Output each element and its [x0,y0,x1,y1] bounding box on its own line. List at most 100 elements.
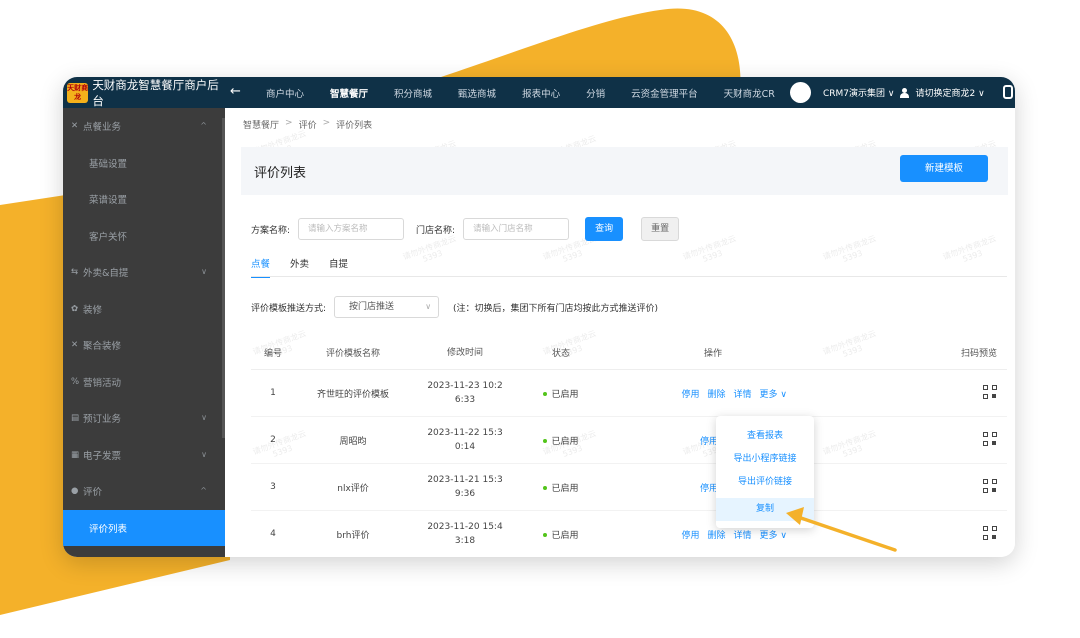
disable-link[interactable]: 停用 [682,387,700,400]
sidebar-item-marketing[interactable]: % 营销活动 [63,364,225,401]
ordering-icon: ✕ [71,121,79,132]
table-row: 2 周昭昀 2023-11-22 15:3 0:14 已启用 停用 [251,417,1007,464]
push-method-select[interactable]: 按门店推送 ∨ [334,296,440,318]
status-dot-icon [543,533,548,537]
sidebar-item-label: 预订业务 [83,414,122,426]
nav-item-cloud-funds[interactable]: 云资金管理平台 [618,86,711,100]
review-icon: ● [71,486,79,497]
sidebar-item-invoice[interactable]: ▦ 电子发票 ∨ [63,437,225,474]
status-dot-icon [543,486,548,490]
watermark: 请勿外传商龙云5393 [821,233,878,264]
row-actions: 停用 删除 详情 更多 ∨ [603,387,823,400]
delete-link[interactable]: 删除 [708,387,726,400]
reset-button[interactable]: 重置 [641,217,680,241]
sidebar-item-review[interactable]: ● 评价 ^ [63,473,225,510]
breadcrumb-item[interactable]: 智慧餐厅 [243,118,279,131]
invoice-icon: ▦ [71,449,80,460]
main-content: 请勿外传商龙云5393 请勿外传商龙云5393 请勿外传商龙云5393 请勿外传… [233,108,1015,557]
top-nav: 天财商龙 天财商龙智慧餐厅商户后台 ← 商户中心 智慧餐厅 积分商城 甄选商城 … [63,77,1015,108]
back-arrow-icon[interactable]: ← [230,84,241,99]
plan-name-input[interactable]: 请输入方案名称 [298,218,405,240]
push-settings: 评价模板推送方式: 按门店推送 ∨ (注：切换后，集团下所有门店均按此方式推送评价… [251,296,658,318]
new-template-button[interactable]: 新建模板 [900,155,988,182]
breadcrumb-item[interactable]: 评价 [299,118,317,131]
sidebar-item-menu-settings[interactable]: 菜谱设置 [63,181,225,218]
detail-link[interactable]: 详情 [734,528,752,541]
breadcrumb-item: 评价列表 [336,121,373,131]
row-qr [823,431,1007,449]
store-name-input[interactable]: 请输入门店名称 [463,218,570,240]
sidebar-item-label: 菜谱设置 [89,195,128,207]
chevron-down-icon: ∨ [201,267,207,276]
more-link[interactable]: 更多 ∨ [760,528,787,541]
sidebar-item-basic-settings[interactable]: 基础设置 [63,145,225,182]
page-title: 评价列表 [254,166,307,181]
push-label: 评价模板推送方式: [251,303,327,314]
row-qr [823,525,1007,543]
window-icon[interactable] [1003,85,1013,99]
menu-item-copy[interactable]: 复制 [716,498,814,521]
qr-code-icon[interactable] [983,431,997,446]
status-dot-icon [543,392,548,396]
group-select[interactable]: CRM7演示集团 ∨ [823,86,894,99]
row-status: 已启用 [519,434,603,447]
sidebar-item-label: 营销活动 [83,377,122,389]
nav-toggle[interactable] [790,82,811,103]
sidebar-item-reservation[interactable]: ▤ 预订业务 ∨ [63,400,225,437]
sidebar-item-label: 外卖&自提 [83,268,129,280]
sidebar-item-customer-care[interactable]: 客户关怀 [63,218,225,255]
row-time: 2023-11-23 10:2 6:33 [427,381,503,405]
menu-item-export-review-link[interactable]: 导出评价链接 [716,471,814,494]
row-actions: 停用 删除 详情 更多 ∨ [603,528,823,541]
nav-item-points-mall[interactable]: 积分商城 [381,86,445,100]
nav-item-report-center[interactable]: 报表中心 [509,86,573,100]
nav-item-smart-restaurant[interactable]: 智慧餐厅 [317,86,381,100]
nav-right: CRM7演示集团 ∨ 请切换定商龙2 ∨ [823,77,985,108]
menu-item-view-report[interactable]: 查看报表 [716,425,814,448]
brand-logo: 天财商龙 [67,82,89,103]
delete-link[interactable]: 删除 [708,528,726,541]
status-dot-icon [543,439,548,443]
sidebar-item-ordering[interactable]: ✕ 点餐业务 ^ [63,108,225,145]
row-status: 已启用 [519,528,603,541]
nav-item-merchant-center[interactable]: 商户中心 [253,86,317,100]
nav-item-select-mall[interactable]: 甄选商城 [445,86,509,100]
sidebar-item-label: 客户关怀 [89,231,128,243]
sidebar-item-label: 评价 [83,487,103,499]
detail-link[interactable]: 详情 [734,387,752,400]
sidebar-scrollbar[interactable] [222,118,225,438]
tabs-divider [251,276,1007,277]
qr-code-icon[interactable] [983,525,997,540]
more-link[interactable]: 更多 ∨ [760,387,787,400]
store-select[interactable]: 请切换定商龙2 ∨ [915,86,984,99]
table-header: 编号 评价模板名称 修改时间 状态 操作 扫码预览 [251,336,1007,370]
tab-pickup[interactable]: 自提 [329,256,348,278]
disable-link[interactable]: 停用 [682,528,700,541]
sidebar-item-label: 电子发票 [83,450,122,462]
sidebar-item-review-list[interactable]: 评价列表 [63,509,225,546]
decoration-icon: ✿ [71,303,79,314]
header-qr-preview: 扫码预览 [960,349,997,359]
tab-takeout[interactable]: 外卖 [290,256,309,278]
query-button[interactable]: 查询 [585,217,624,241]
row-status: 已启用 [519,387,603,400]
sidebar-item-takeout[interactable]: ⇆ 外卖&自提 ∨ [63,254,225,291]
table-row: 4 brh评价 2023-11-20 15:4 3:18 已启用 停用 删除 详情… [251,511,1007,557]
header-name: 评价模板名称 [325,349,380,359]
qr-code-icon[interactable] [983,478,997,493]
header-actions: 操作 [703,349,722,359]
menu-item-export-miniprogram-link[interactable]: 导出小程序链接 [716,448,814,471]
nav-item-distribution[interactable]: 分销 [573,86,618,100]
aggregate-icon: ✕ [71,340,79,351]
row-name: 周昭昀 [339,436,367,447]
plan-name-label: 方案名称: [251,225,291,236]
sidebar-item-aggregate-decoration[interactable]: ✕ 聚合装修 [63,327,225,364]
row-name: nlx评价 [337,483,369,494]
row-name: 齐世旺的评价模板 [316,389,389,400]
qr-code-icon[interactable] [983,384,997,399]
sidebar-item-decoration[interactable]: ✿ 装修 [63,291,225,328]
brand[interactable]: 天财商龙 天财商龙智慧餐厅商户后台 [63,77,226,108]
chevron-down-icon: ∨ [425,302,432,311]
nav-item-crm[interactable]: 天财商龙CR [711,86,788,100]
tab-dine-in[interactable]: 点餐 [251,256,271,278]
